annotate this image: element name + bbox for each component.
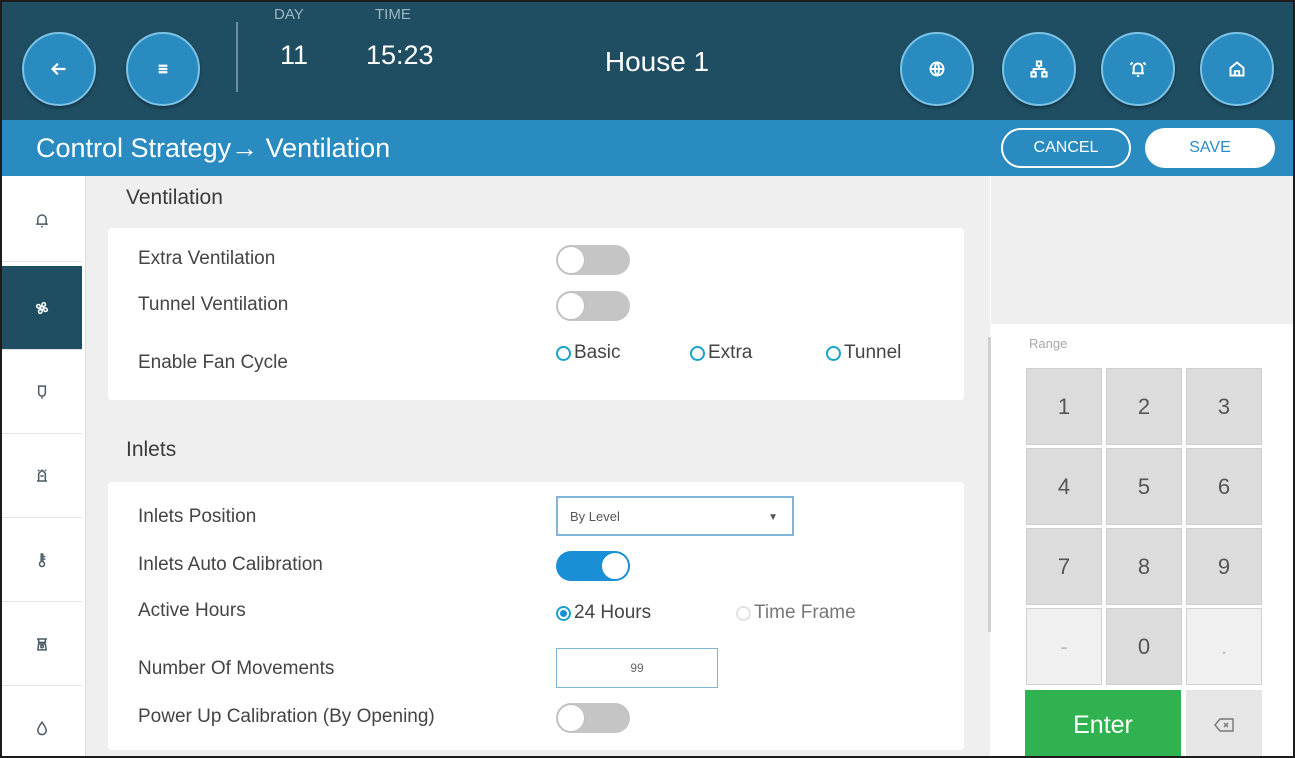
- home-icon: [1229, 61, 1245, 77]
- active-hours-time-frame-option[interactable]: Time Frame: [736, 602, 856, 624]
- auto-calibration-label: Inlets Auto Calibration: [138, 554, 323, 575]
- toggle-knob: [601, 552, 629, 580]
- backspace-button[interactable]: [1186, 690, 1262, 756]
- auto-calibration-toggle[interactable]: [556, 551, 630, 581]
- right-panel-top: [991, 176, 1293, 324]
- back-button[interactable]: [22, 32, 96, 106]
- radio-button: [826, 345, 841, 361]
- fan-cycle-label: Enable Fan Cycle: [138, 352, 288, 373]
- key-1[interactable]: 1: [1026, 368, 1102, 445]
- range-label: Range: [1029, 336, 1068, 351]
- sensor-probe-icon: [37, 384, 47, 399]
- time-value: 15:23: [366, 40, 434, 70]
- movements-input[interactable]: 99: [556, 648, 718, 688]
- key-0[interactable]: 0: [1106, 608, 1182, 685]
- option-label: 24 Hours: [574, 602, 652, 623]
- option-label: Basic: [574, 342, 621, 363]
- key-decimal[interactable]: .: [1186, 608, 1262, 685]
- ventilation-card: Extra Ventilation Tunnel Ventilation Ena…: [108, 228, 964, 400]
- sidebar-item-temperature[interactable]: [2, 518, 82, 602]
- power-up-calibration-toggle[interactable]: [556, 703, 630, 733]
- ventilation-section-title: Ventilation: [126, 186, 223, 209]
- active-hours-24h-option[interactable]: 24 Hours: [556, 602, 651, 624]
- active-hours-label: Active Hours: [138, 600, 246, 621]
- fan-cycle-basic-option[interactable]: Basic: [556, 342, 620, 364]
- sidebar-item-water[interactable]: [2, 686, 82, 756]
- key-3[interactable]: 3: [1186, 368, 1262, 445]
- toggle-knob: [557, 704, 585, 732]
- key-8[interactable]: 8: [1106, 528, 1182, 605]
- option-label: Extra: [708, 342, 753, 363]
- header-divider: [236, 22, 238, 92]
- house-title: House 1: [604, 46, 710, 77]
- tunnel-ventilation-toggle[interactable]: [556, 291, 630, 321]
- radio-button: [556, 345, 571, 361]
- toggle-knob: [557, 292, 585, 320]
- network-icon: [1030, 60, 1048, 78]
- network-button[interactable]: [1002, 32, 1076, 106]
- globe-icon: [929, 61, 945, 77]
- radio-button-selected: [556, 605, 571, 621]
- top-header: DAY 11 TIME 15:23 House 1: [2, 2, 1293, 120]
- inlets-position-select[interactable]: By Level ▼: [556, 496, 794, 536]
- breadcrumb: Control Strategy→ Ventilation: [36, 133, 391, 163]
- day-value: 11: [280, 40, 309, 70]
- key-2[interactable]: 2: [1106, 368, 1182, 445]
- alarm-bell-icon: [1129, 61, 1147, 78]
- key-5[interactable]: 5: [1106, 448, 1182, 525]
- sidebar-item-ventilation[interactable]: [2, 266, 82, 350]
- inlets-card: Inlets Position By Level ▼ Inlets Auto C…: [108, 482, 964, 750]
- key-4[interactable]: 4: [1026, 448, 1102, 525]
- sidebar-item-scales[interactable]: [2, 602, 82, 686]
- globe-button[interactable]: [900, 32, 974, 106]
- sidebar-item-sensors[interactable]: [2, 350, 82, 434]
- key-7[interactable]: 7: [1026, 528, 1102, 605]
- enter-button[interactable]: Enter: [1025, 690, 1181, 756]
- inlets-position-label: Inlets Position: [138, 506, 257, 527]
- app-frame: DAY 11 TIME 15:23 House 1 Control Strate…: [0, 0, 1295, 758]
- key-9[interactable]: 9: [1186, 528, 1262, 605]
- radio-button: [736, 605, 751, 621]
- back-arrow-icon: [50, 62, 66, 76]
- fan-cycle-extra-option[interactable]: Extra: [690, 342, 752, 364]
- sidebar-item-heaters[interactable]: [2, 434, 82, 518]
- power-up-calibration-label: Power Up Calibration (By Opening): [138, 706, 435, 727]
- movements-label: Number Of Movements: [138, 658, 335, 679]
- inlets-section-title: Inlets: [126, 438, 177, 461]
- key-minus[interactable]: -: [1026, 608, 1102, 685]
- menu-button[interactable]: [126, 32, 200, 106]
- fan-cycle-tunnel-option[interactable]: Tunnel: [826, 342, 901, 364]
- menu-icon: [158, 64, 168, 74]
- heater-icon: [37, 468, 47, 482]
- option-label: Tunnel: [844, 342, 902, 363]
- save-button[interactable]: SAVE: [1145, 128, 1275, 168]
- time-label: TIME: [375, 6, 411, 23]
- fan-icon: [35, 301, 49, 314]
- alarm-button[interactable]: [1101, 32, 1175, 106]
- key-6[interactable]: 6: [1186, 448, 1262, 525]
- extra-ventilation-label: Extra Ventilation: [138, 248, 276, 269]
- cancel-button[interactable]: CANCEL: [1001, 128, 1131, 168]
- day-label: DAY: [274, 6, 304, 23]
- water-drop-icon: [37, 720, 47, 736]
- title-bar: Control Strategy→ Ventilation CANCEL SAV…: [2, 120, 1293, 176]
- backspace-icon: [1214, 718, 1234, 732]
- tunnel-ventilation-label: Tunnel Ventilation: [138, 294, 289, 315]
- sidebar: [2, 176, 86, 756]
- chevron-down-icon: ▼: [768, 512, 778, 523]
- option-label: Time Frame: [754, 602, 856, 623]
- main-content: Ventilation Extra Ventilation Tunnel Ven…: [86, 176, 990, 756]
- toggle-knob: [557, 246, 585, 274]
- alarm-bell-icon: [36, 213, 48, 227]
- select-value: By Level: [570, 508, 620, 524]
- extra-ventilation-toggle[interactable]: [556, 245, 630, 275]
- home-button[interactable]: [1200, 32, 1274, 106]
- scale-icon: [36, 637, 48, 651]
- sidebar-item-alarms[interactable]: [2, 178, 82, 262]
- radio-button: [690, 345, 705, 361]
- thermometer-icon: [38, 552, 46, 567]
